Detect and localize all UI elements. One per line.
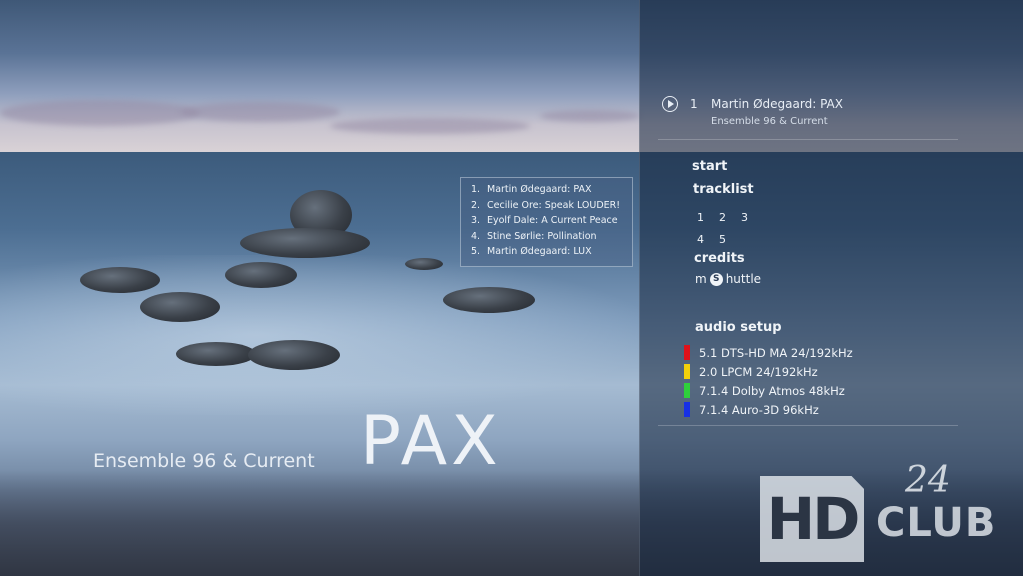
- popup-track[interactable]: 3. Eyolf Dale: A Current Peace: [471, 215, 632, 231]
- cover-album-title: PAX: [360, 402, 502, 481]
- logo-number: 24: [905, 460, 951, 501]
- track-number-1[interactable]: 1: [697, 211, 719, 224]
- menu-start[interactable]: start: [692, 159, 727, 174]
- popup-track-number: 4.: [471, 230, 481, 242]
- rock: [225, 262, 297, 288]
- audio-option[interactable]: 7.1.4 Auro-3D 96kHz: [684, 400, 853, 419]
- track-number-3[interactable]: 3: [741, 211, 763, 224]
- color-key-red: [684, 345, 690, 360]
- menu-audio-setup[interactable]: audio setup: [695, 320, 782, 335]
- track-number-5[interactable]: 5: [719, 233, 741, 246]
- menu-tracklist[interactable]: tracklist: [693, 182, 754, 197]
- audio-option-label: 7.1.4 Auro-3D 96kHz: [699, 402, 819, 417]
- rock: [80, 267, 160, 293]
- color-key-blue: [684, 402, 690, 417]
- popup-track-number: 2.: [471, 199, 481, 211]
- play-icon[interactable]: [662, 96, 678, 112]
- mshuttle-link[interactable]: m S huttle: [695, 272, 761, 286]
- popup-track[interactable]: 2. Cecilie Ore: Speak LOUDER!: [471, 200, 632, 216]
- audio-option-label: 2.0 LPCM 24/192kHz: [699, 364, 818, 379]
- now-playing-artist: Ensemble 96 & Current: [711, 116, 828, 127]
- rock: [176, 342, 256, 366]
- now-playing-track-number: 1: [690, 97, 698, 111]
- logo-club: CLUB: [876, 500, 997, 546]
- track-number-2[interactable]: 2: [719, 211, 741, 224]
- audio-option-label: 7.1.4 Dolby Atmos 48kHz: [699, 383, 845, 398]
- popup-track-title: Eyolf Dale: A Current Peace: [487, 215, 618, 226]
- cover-artist: Ensemble 96 & Current: [93, 450, 315, 472]
- audio-option-label: 5.1 DTS-HD MA 24/192kHz: [699, 345, 853, 360]
- cloud: [180, 102, 340, 122]
- menu-credits[interactable]: credits: [694, 251, 745, 266]
- tracklist-numbers: 123 45: [697, 206, 767, 250]
- color-key-yellow: [684, 364, 690, 379]
- mshuttle-suffix: huttle: [725, 272, 762, 286]
- rock: [240, 228, 370, 258]
- popup-track-number: 1.: [471, 184, 481, 195]
- popup-track-title: Cecilie Ore: Speak LOUDER!: [487, 199, 621, 211]
- cloud: [330, 118, 530, 134]
- cloud: [0, 100, 200, 126]
- audio-option[interactable]: 7.1.4 Dolby Atmos 48kHz: [684, 381, 853, 400]
- audio-options: 5.1 DTS-HD MA 24/192kHz 2.0 LPCM 24/192k…: [684, 343, 853, 419]
- cloud: [540, 110, 640, 122]
- rock: [140, 292, 220, 322]
- rock: [405, 258, 443, 270]
- tracklist-popup: 1. Martin Ødegaard: PAX 2. Cecilie Ore: Sp…: [460, 177, 633, 267]
- color-key-green: [684, 383, 690, 398]
- popup-track[interactable]: 1. Martin Ødegaard: PAX: [471, 184, 632, 200]
- popup-track-title: Stine Sørlie: Pollination: [487, 230, 597, 242]
- popup-track-number: 3.: [471, 215, 481, 226]
- shuttle-icon: S: [709, 272, 723, 286]
- now-playing-title: Martin Ødegaard: PAX: [711, 97, 843, 111]
- hdclub-logo: HD 24 CLUB: [760, 460, 1015, 566]
- audio-option[interactable]: 2.0 LPCM 24/192kHz: [684, 362, 853, 381]
- track-number-4[interactable]: 4: [697, 233, 719, 246]
- popup-track[interactable]: 5. Martin Ødegaard: LUX: [471, 246, 632, 262]
- rock: [248, 340, 340, 370]
- logo-hd: HD: [760, 476, 864, 562]
- divider: [658, 139, 958, 140]
- popup-track-number: 5.: [471, 246, 481, 257]
- audio-option[interactable]: 5.1 DTS-HD MA 24/192kHz: [684, 343, 853, 362]
- popup-track-title: Martin Ødegaard: LUX: [487, 246, 592, 257]
- popup-track[interactable]: 4. Stine Sørlie: Pollination: [471, 231, 632, 247]
- popup-track-title: Martin Ødegaard: PAX: [487, 184, 592, 195]
- mshuttle-prefix: m: [695, 272, 707, 286]
- rock: [443, 287, 535, 313]
- divider: [658, 425, 958, 426]
